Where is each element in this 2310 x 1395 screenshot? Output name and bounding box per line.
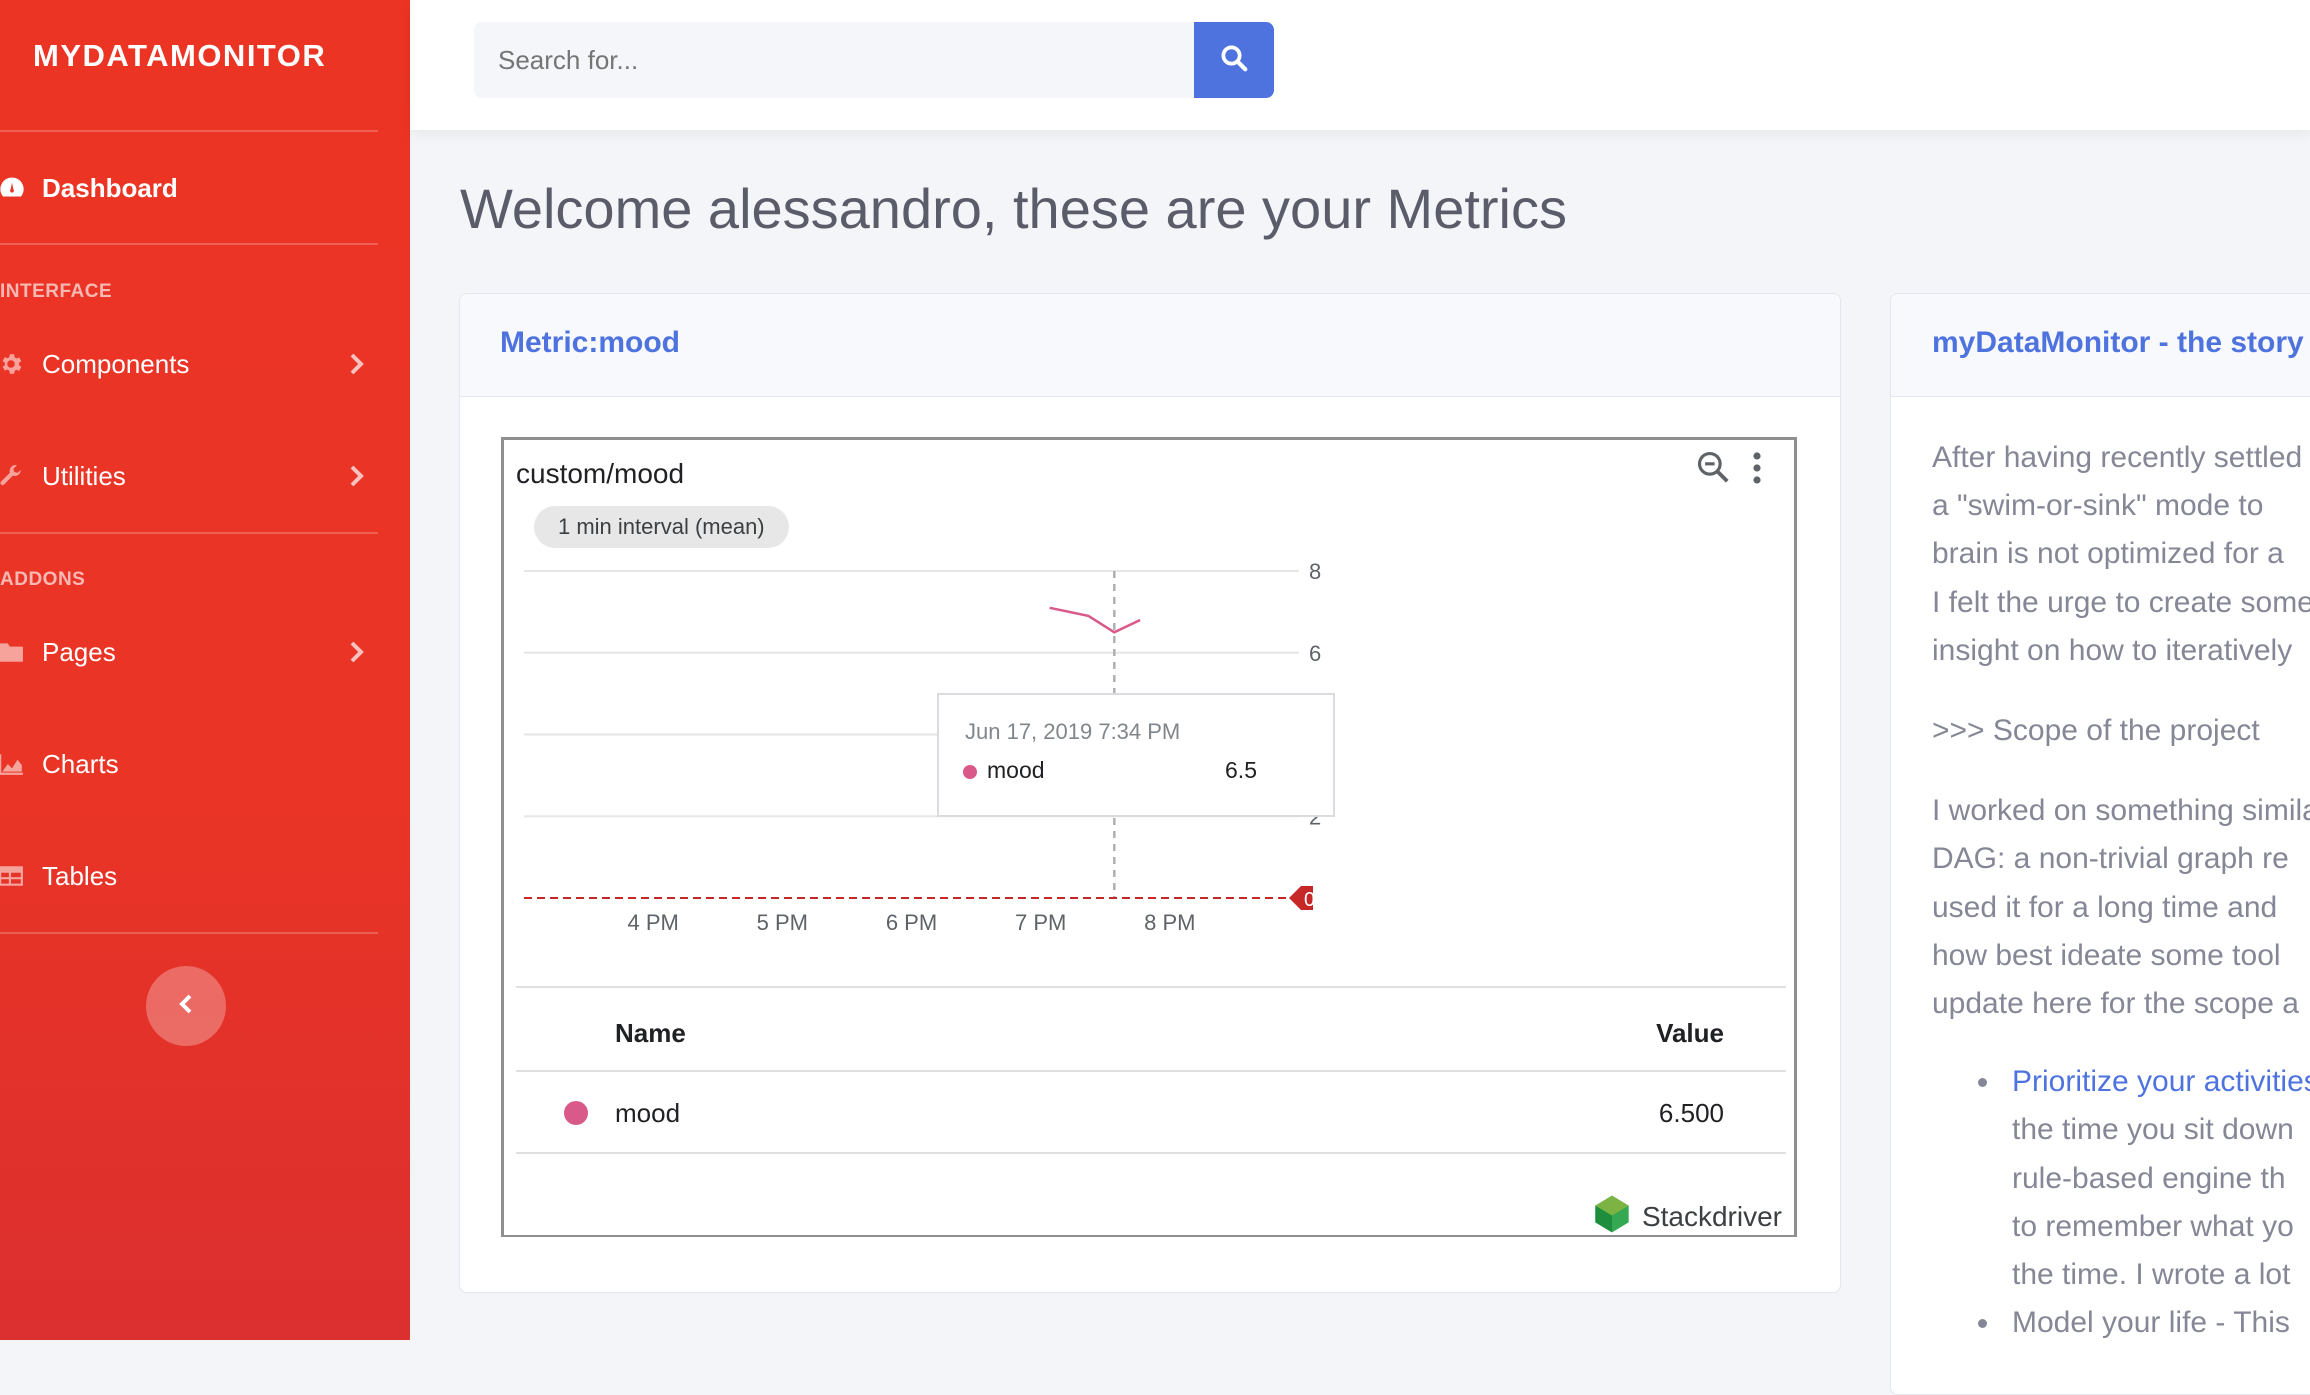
chevron-right-icon [346,640,368,671]
chevron-left-icon [177,993,195,1020]
y-tick-label: 8 [1309,559,1321,584]
tooltip-series-name: mood [987,757,1045,783]
table-divider [516,1070,1786,1072]
x-tick-label: 4 PM [627,910,678,935]
chart-area-icon [0,752,42,776]
x-tick-label: 6 PM [886,910,937,935]
story-line: how best ideate some tool [1932,938,2281,972]
search-input[interactable] [474,22,1194,98]
metric-card-title: Metric:mood [500,326,680,359]
threshold-label: 0 [1304,889,1315,911]
sidebar-item-dashboard[interactable]: Dashboard [0,158,378,218]
series-line-mood [1049,606,1141,634]
row-name: mood [615,1098,681,1128]
topbar [410,0,2310,130]
sidebar-heading-interface: INTERFACE [0,281,113,302]
metric-widget: custom/mood 1 min interval (mean) 24684 … [501,437,1797,1237]
story-card-title: myDataMonitor - the story [1932,326,2304,359]
sidebar-item-tables[interactable]: Tables [0,846,378,906]
story-list: Prioritize your activities the time you … [1932,1058,2310,1347]
cog-icon [0,351,42,377]
wrench-icon [0,463,42,489]
story-line: After having recently settled [1932,441,2303,474]
sidebar-item-label: Tables [42,860,118,891]
story-scope-heading: >>> Scope of the project [1932,714,2260,748]
tooltip-value: 6.5 [1225,757,1257,783]
sidebar-divider [0,130,378,132]
story-body: After having recently settled a "swim-or… [1932,434,2310,1347]
story-line: brain is not optimized for a [1932,537,2284,571]
sidebar-item-label: Pages [42,636,116,667]
table-header-value[interactable]: Value [1656,1018,1724,1049]
story-line: I felt the urge to create some [1932,585,2310,619]
story-list-item: Model your life - This [1978,1299,2310,1347]
chart-tooltip: Jun 17, 2019 7:34 PM mood 6.5 [937,693,1335,817]
sidebar-divider [0,532,378,534]
x-tick-label: 5 PM [757,910,808,935]
table-icon [0,864,42,888]
sidebar-item-label: Charts [42,748,119,779]
series-color-dot [564,1101,588,1125]
brand-logo[interactable]: MYDATAMONITOR [33,38,326,74]
story-line: the time. I wrote a lot [2012,1258,2291,1292]
story-line: rule-based engine th [2012,1161,2286,1195]
stackdriver-logo-icon [1592,1194,1632,1239]
story-list-item: Prioritize your activities the time you … [1978,1058,2310,1299]
branding-label: Stackdriver [1641,1200,1782,1232]
x-tick-label: 7 PM [1015,910,1066,935]
sidebar-item-label: Dashboard [42,172,178,203]
story-line: to remember what yo [2012,1209,2294,1243]
page-title: Welcome alessandro, these are your Metri… [460,177,1567,240]
story-line: update here for the scope a [1932,987,2299,1021]
sidebar-item-label: Components [42,348,190,379]
folder-icon [0,640,42,664]
sidebar: MYDATAMONITOR Dashboard INTERFACE Compon… [0,0,410,1340]
sidebar-item-components[interactable]: Components [0,334,378,394]
sidebar-item-utilities[interactable]: Utilities [0,446,378,506]
story-line: DAG: a non-trivial graph re [1932,842,2289,876]
story-line: I worked on something similar [1932,794,2310,828]
y-tick-label: 6 [1309,641,1321,666]
sidebar-item-pages[interactable]: Pages [0,622,378,682]
story-line: used it for a long time and [1932,890,2278,924]
search-icon [1219,43,1249,78]
chevron-right-icon [346,464,368,495]
sidebar-toggle-button[interactable] [146,966,226,1046]
sidebar-divider [0,932,378,934]
table-header-name[interactable]: Name [615,1018,686,1049]
tooltip-series-dot [963,765,977,779]
table-divider [516,1152,1786,1154]
tachometer-icon [0,174,42,202]
chevron-right-icon [346,352,368,383]
story-line: a "swim-or-sink" mode to [1932,489,2264,523]
tooltip-time: Jun 17, 2019 7:34 PM [965,719,1181,744]
story-line: insight on how to iteratively [1932,633,2293,667]
sidebar-item-label: Utilities [42,460,126,491]
sidebar-heading-addons: ADDONS [0,569,86,590]
stackdriver-branding: Stackdriver [1592,1194,1782,1239]
table-divider [516,986,1786,988]
x-tick-label: 8 PM [1144,910,1195,935]
story-link-prioritize[interactable]: Prioritize your activities [2012,1065,2310,1098]
search-button[interactable] [1194,22,1274,98]
row-value: 6.500 [1658,1098,1724,1128]
sidebar-divider [0,243,378,245]
sidebar-item-charts[interactable]: Charts [0,734,378,794]
story-line: the time you sit down [2012,1113,2294,1147]
